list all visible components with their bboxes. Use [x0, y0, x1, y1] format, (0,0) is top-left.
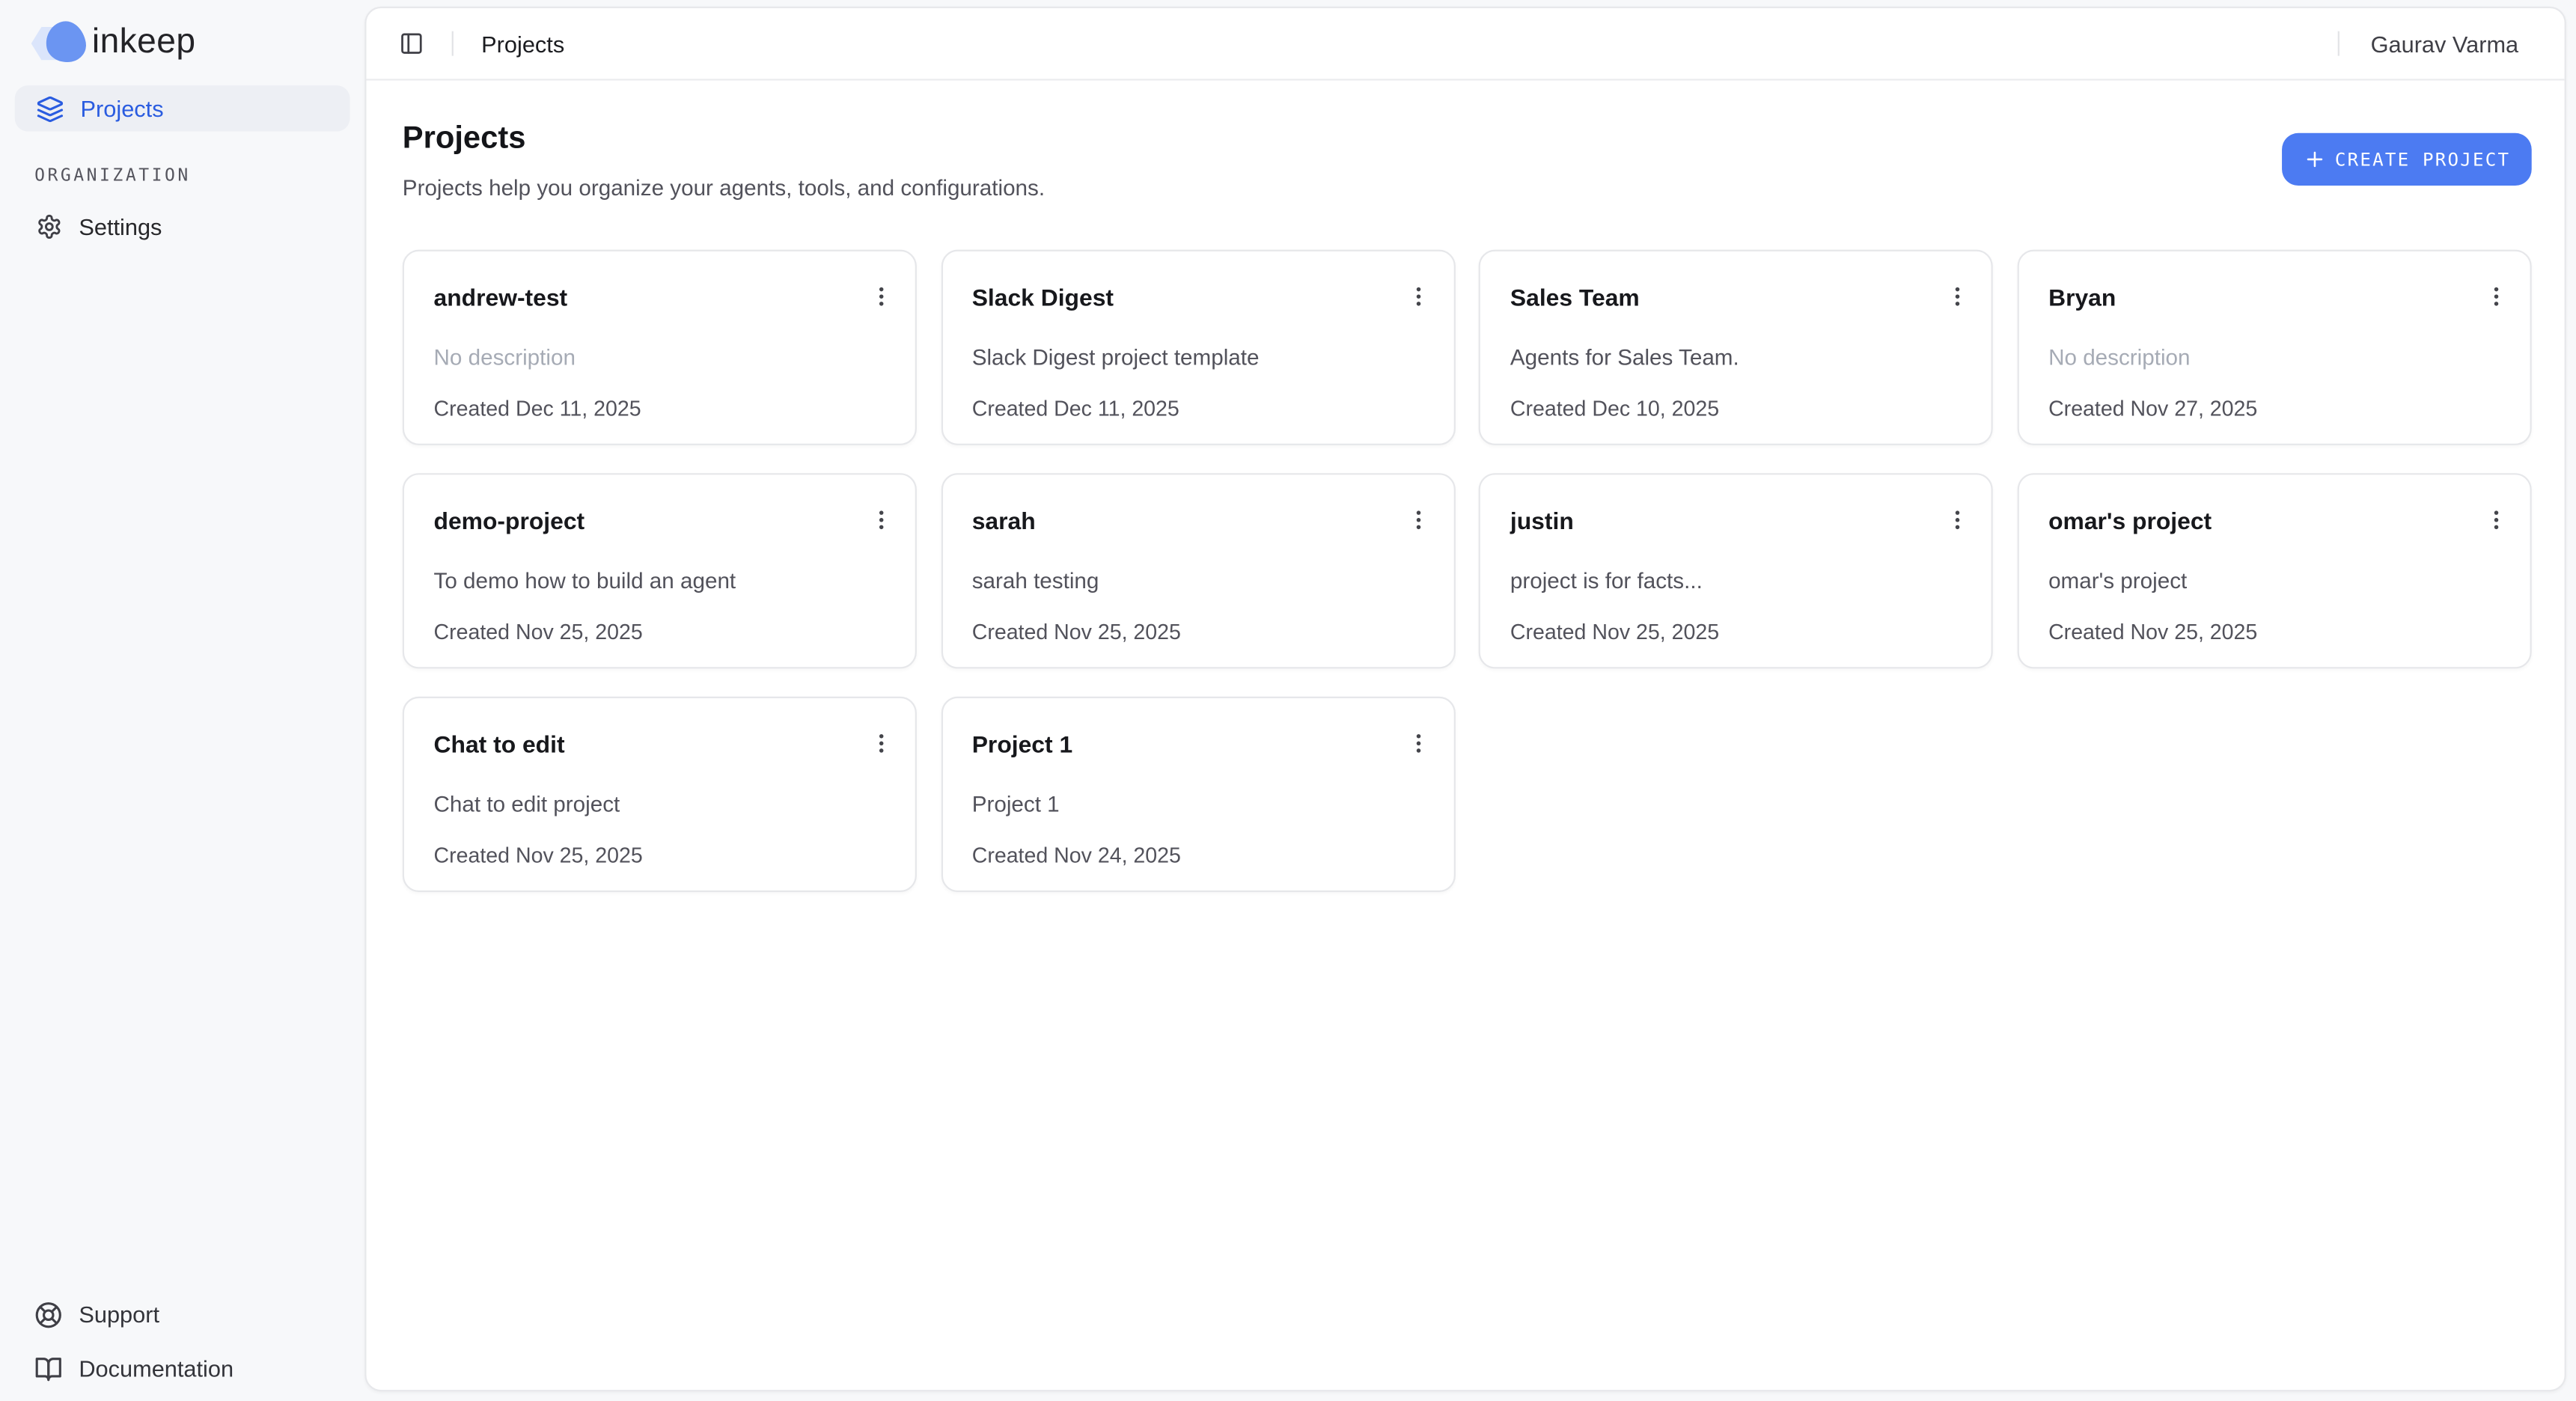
- sidebar-item-label: Settings: [79, 213, 162, 239]
- project-card-title: Bryan: [2048, 286, 2500, 314]
- sidebar-item-support[interactable]: Support: [15, 1291, 350, 1337]
- app-root: inkeep Projects ORGANIZATION Settings: [0, 0, 2576, 1401]
- sidebar-item-label: Support: [79, 1301, 159, 1328]
- project-card-title: Slack Digest: [972, 286, 1424, 314]
- project-card-title: Chat to edit: [434, 733, 886, 760]
- projects-grid: andrew-test No description Created Dec 1…: [367, 204, 2565, 892]
- project-card-created-date: Created Dec 10, 2025: [1510, 394, 1962, 422]
- project-card-menu-button[interactable]: [1398, 498, 1441, 540]
- project-card-menu-button[interactable]: [2474, 275, 2517, 317]
- user-menu[interactable]: Gaurav Varma: [2371, 31, 2519, 57]
- project-card[interactable]: omar's project omar's project Created No…: [2017, 473, 2531, 668]
- sidebar-toggle-button[interactable]: [389, 22, 432, 65]
- project-card-menu-button[interactable]: [859, 275, 902, 317]
- logo-text: inkeep: [92, 23, 196, 63]
- layers-icon: [36, 94, 64, 122]
- sidebar-item-settings[interactable]: Settings: [15, 204, 350, 249]
- project-card-title: Sales Team: [1510, 286, 1962, 314]
- project-card-created-date: Created Nov 25, 2025: [1510, 617, 1962, 645]
- project-card-description: Project 1: [972, 790, 1424, 818]
- kebab-vertical-icon: [1407, 284, 1432, 308]
- kebab-vertical-icon: [868, 730, 893, 755]
- project-card[interactable]: Chat to edit Chat to edit project Create…: [403, 697, 917, 892]
- project-card[interactable]: andrew-test No description Created Dec 1…: [403, 250, 917, 445]
- kebab-vertical-icon: [2483, 284, 2508, 308]
- kebab-vertical-icon: [1407, 507, 1432, 531]
- kebab-vertical-icon: [2483, 507, 2508, 531]
- project-card-description: project is for facts...: [1510, 567, 1962, 594]
- kebab-vertical-icon: [1407, 730, 1432, 755]
- project-card-created-date: Created Nov 25, 2025: [2048, 617, 2500, 645]
- kebab-vertical-icon: [1945, 507, 1970, 531]
- project-card-description: sarah testing: [972, 567, 1424, 594]
- sidebar-item-label: Documentation: [79, 1355, 234, 1382]
- project-card-title: omar's project: [2048, 509, 2500, 537]
- project-card-description: omar's project: [2048, 567, 2500, 594]
- life-buoy-icon: [34, 1300, 62, 1328]
- page-header-text: Projects Projects help you organize your…: [403, 120, 1045, 204]
- project-card-description: Slack Digest project template: [972, 344, 1424, 371]
- breadcrumb: Projects: [481, 31, 564, 57]
- plus-icon: [2304, 148, 2327, 171]
- project-card-title: justin: [1510, 509, 1962, 537]
- panel-left-icon: [398, 31, 423, 56]
- project-card-created-date: Created Nov 27, 2025: [2048, 394, 2500, 422]
- kebab-vertical-icon: [1945, 284, 1970, 308]
- topbar-divider: [452, 31, 454, 56]
- project-card-menu-button[interactable]: [859, 498, 902, 540]
- project-card[interactable]: Project 1 Project 1 Created Nov 24, 2025: [941, 697, 1455, 892]
- project-card[interactable]: justin project is for facts... Created N…: [1479, 473, 1993, 668]
- project-card-description: Chat to edit project: [434, 790, 886, 818]
- project-card-title: sarah: [972, 509, 1424, 537]
- project-card-menu-button[interactable]: [1398, 721, 1441, 764]
- gear-icon: [36, 213, 62, 239]
- sidebar-item-projects[interactable]: Projects: [15, 85, 350, 131]
- project-card-title: Project 1: [972, 733, 1424, 760]
- project-card-description: No description: [434, 344, 886, 371]
- sidebar-section-organization: ORGANIZATION: [34, 166, 191, 186]
- inkeep-logo-mark-icon: [31, 22, 85, 64]
- project-card-created-date: Created Nov 25, 2025: [972, 617, 1424, 645]
- topbar: Projects Gaurav Varma: [367, 8, 2565, 81]
- main-panel: Projects Gaurav Varma Projects Projects …: [364, 7, 2566, 1392]
- project-card[interactable]: Bryan No description Created Nov 27, 202…: [2017, 250, 2531, 445]
- kebab-vertical-icon: [868, 507, 893, 531]
- sidebar: inkeep Projects ORGANIZATION Settings: [0, 0, 364, 1401]
- sidebar-item-label: Projects: [81, 95, 164, 121]
- project-card-description: To demo how to build an agent: [434, 567, 886, 594]
- project-card-created-date: Created Dec 11, 2025: [434, 394, 886, 422]
- book-open-icon: [34, 1355, 62, 1382]
- page-header: Projects Projects help you organize your…: [367, 81, 2565, 204]
- project-card[interactable]: sarah sarah testing Created Nov 25, 2025: [941, 473, 1455, 668]
- project-card-created-date: Created Nov 24, 2025: [972, 841, 1424, 869]
- project-card[interactable]: Slack Digest Slack Digest project templa…: [941, 250, 1455, 445]
- project-card-created-date: Created Nov 25, 2025: [434, 841, 886, 869]
- page-title: Projects: [403, 120, 1045, 159]
- project-card[interactable]: demo-project To demo how to build an age…: [403, 473, 917, 668]
- topbar-divider: [2338, 31, 2340, 56]
- project-card-menu-button[interactable]: [859, 721, 902, 764]
- sidebar-footer: Support Documentation: [15, 1291, 350, 1391]
- project-card[interactable]: Sales Team Agents for Sales Team. Create…: [1479, 250, 1993, 445]
- project-card-menu-button[interactable]: [1398, 275, 1441, 317]
- kebab-vertical-icon: [868, 284, 893, 308]
- create-project-button[interactable]: CREATE PROJECT: [2283, 133, 2532, 186]
- project-card-title: demo-project: [434, 509, 886, 537]
- project-card-description: Agents for Sales Team.: [1510, 344, 1962, 371]
- project-card-menu-button[interactable]: [1936, 275, 1979, 317]
- logo[interactable]: inkeep: [31, 22, 196, 64]
- project-card-title: andrew-test: [434, 286, 886, 314]
- project-card-created-date: Created Nov 25, 2025: [434, 617, 886, 645]
- sidebar-item-documentation[interactable]: Documentation: [15, 1346, 350, 1391]
- project-card-menu-button[interactable]: [2474, 498, 2517, 540]
- create-project-label: CREATE PROJECT: [2335, 149, 2510, 171]
- project-card-menu-button[interactable]: [1936, 498, 1979, 540]
- project-card-description: No description: [2048, 344, 2500, 371]
- page-subtitle: Projects help you organize your agents, …: [403, 174, 1045, 204]
- project-card-created-date: Created Dec 11, 2025: [972, 394, 1424, 422]
